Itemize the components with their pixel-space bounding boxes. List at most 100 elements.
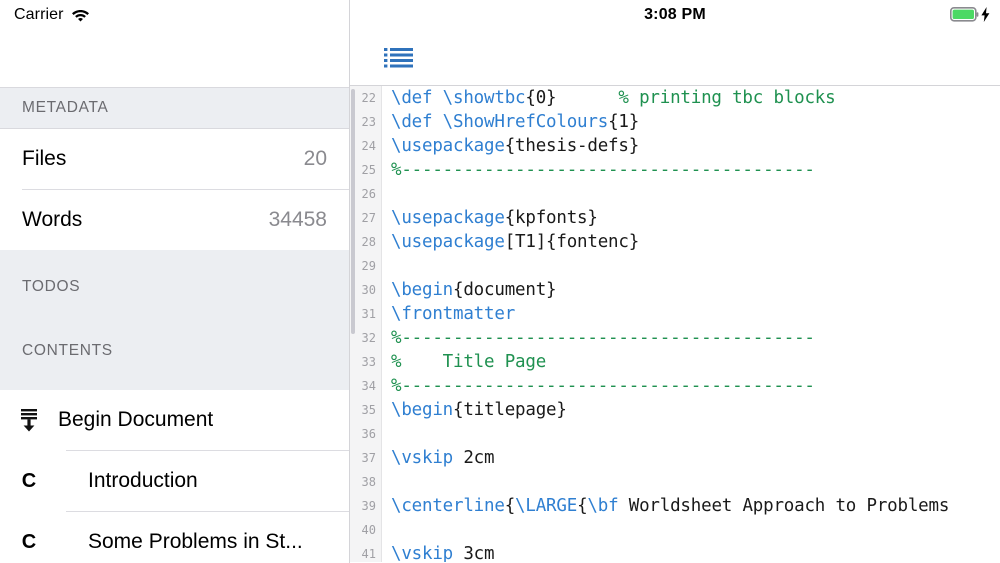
- code-line[interactable]: 27 \usepackage{kpfonts}: [350, 206, 1000, 230]
- contents-item-introduction[interactable]: C Introduction: [0, 451, 349, 511]
- code-line[interactable]: 28 \usepackage[T1]{fontenc}: [350, 230, 1000, 254]
- editor-pane: 3:08 PM 22 \def \showtbc{0} % printing t…: [350, 0, 1000, 563]
- code-line[interactable]: 25 %-------------------------------------…: [350, 158, 1000, 182]
- code-token: {: [504, 496, 516, 516]
- code-token: %---------------------------------------…: [391, 328, 815, 348]
- section-header-contents: CONTENTS: [0, 330, 349, 372]
- code-line-text[interactable]: \usepackage[T1]{fontenc}: [382, 230, 639, 254]
- code-line[interactable]: 34 %-------------------------------------…: [350, 374, 1000, 398]
- code-line-text[interactable]: \frontmatter: [382, 302, 515, 326]
- code-token: \usepackage: [391, 208, 505, 228]
- code-token: \vskip: [391, 544, 454, 562]
- code-line-text[interactable]: \def \ShowHrefColours{1}: [382, 110, 639, 134]
- code-line[interactable]: 41 \vskip 3cm: [350, 542, 1000, 562]
- lightning-bolt-icon: [981, 7, 990, 27]
- code-line-text[interactable]: [382, 254, 391, 278]
- code-line-text[interactable]: [382, 422, 391, 446]
- code-editor[interactable]: 22 \def \showtbc{0} % printing tbc blocks…: [350, 86, 1000, 562]
- contents-item-some-problems[interactable]: C Some Problems in St...: [0, 512, 349, 563]
- code-line[interactable]: 24 \usepackage{thesis-defs}: [350, 134, 1000, 158]
- contents-list: Begin Document C Introduction C Some Pro…: [0, 390, 349, 563]
- battery-icon: [950, 7, 979, 27]
- metadata-label: Words: [22, 208, 83, 231]
- code-line-text[interactable]: %---------------------------------------…: [382, 158, 815, 182]
- contents-item-label: Introduction: [88, 469, 198, 492]
- sidebar-top-spacer: [0, 30, 349, 87]
- code-token: {1}: [608, 112, 640, 132]
- code-token: \usepackage: [391, 232, 505, 252]
- code-line[interactable]: 39 \centerline{\LARGE{\bf Worldsheet Appr…: [350, 494, 1000, 518]
- code-token: %---------------------------------------…: [391, 376, 815, 396]
- contents-item-label: Begin Document: [58, 408, 214, 431]
- code-token: {document}: [453, 280, 557, 300]
- code-line-text[interactable]: \begin{document}: [382, 278, 557, 302]
- code-token: {kpfonts}: [504, 208, 598, 228]
- chapter-icon: C: [0, 531, 58, 554]
- code-line[interactable]: 22 \def \showtbc{0} % printing tbc blocks: [350, 86, 1000, 110]
- code-token: % printing tbc blocks: [556, 88, 836, 108]
- code-line-text[interactable]: \vskip 2cm: [382, 446, 495, 470]
- code-line[interactable]: 26: [350, 182, 1000, 206]
- code-line[interactable]: 29: [350, 254, 1000, 278]
- code-token: \vskip: [391, 448, 454, 468]
- code-token: {: [577, 496, 588, 516]
- code-line-text[interactable]: %---------------------------------------…: [382, 326, 815, 350]
- code-token: 3cm: [453, 544, 495, 562]
- code-line-text[interactable]: \usepackage{kpfonts}: [382, 206, 598, 230]
- metadata-row-files[interactable]: Files 20: [0, 129, 349, 189]
- status-clock: 3:08 PM: [644, 6, 706, 23]
- code-token: [T1]{fontenc}: [504, 232, 640, 252]
- code-line[interactable]: 40: [350, 518, 1000, 542]
- code-line-text[interactable]: \vskip 3cm: [382, 542, 495, 562]
- metadata-row-words[interactable]: Words 34458: [0, 190, 349, 250]
- metadata-label: Files: [22, 147, 67, 170]
- code-line-text[interactable]: [382, 470, 391, 494]
- code-token: % Title Page: [391, 352, 547, 372]
- code-token: \LARGE: [515, 496, 578, 516]
- code-line[interactable]: 31 \frontmatter: [350, 302, 1000, 326]
- code-line-text[interactable]: \def \showtbc{0} % printing tbc blocks: [382, 86, 836, 110]
- vertical-scrollbar[interactable]: [350, 86, 358, 562]
- editor-toolbar: [350, 30, 1000, 86]
- metadata-value: 34458: [268, 208, 327, 231]
- list-lines-icon[interactable]: [382, 45, 416, 71]
- scrollbar-thumb[interactable]: [351, 89, 355, 334]
- contents-item-label: Some Problems in St...: [88, 530, 303, 553]
- code-line-text[interactable]: \centerline{\LARGE{\bf Worldsheet Approa…: [382, 494, 949, 518]
- code-token: \begin: [391, 400, 454, 420]
- code-token: \def \ShowHrefColours: [391, 112, 609, 132]
- code-line-text[interactable]: \begin{titlepage}: [382, 398, 567, 422]
- begin-document-icon: [0, 407, 58, 433]
- code-line[interactable]: 30 \begin{document}: [350, 278, 1000, 302]
- carrier-label: Carrier: [14, 6, 64, 23]
- status-bar-left: Carrier: [0, 0, 349, 30]
- code-line-text[interactable]: \usepackage{thesis-defs}: [382, 134, 639, 158]
- code-line[interactable]: 23 \def \ShowHrefColours{1}: [350, 110, 1000, 134]
- code-line[interactable]: 33% Title Page: [350, 350, 1000, 374]
- code-line-text[interactable]: % Title Page: [382, 350, 546, 374]
- wifi-icon: [71, 8, 90, 22]
- code-lines[interactable]: 22 \def \showtbc{0} % printing tbc blocks…: [350, 86, 1000, 562]
- sidebar: Carrier METADATA Files 20 Words 34458 TO: [0, 0, 350, 563]
- code-token: Worldsheet Approach to Problems: [618, 496, 950, 516]
- contents-item-begin-document[interactable]: Begin Document: [0, 390, 349, 450]
- code-line[interactable]: 38: [350, 470, 1000, 494]
- code-token: \centerline: [391, 496, 505, 516]
- code-line-text[interactable]: [382, 518, 391, 542]
- code-line[interactable]: 32 %-------------------------------------…: [350, 326, 1000, 350]
- app-root: Carrier METADATA Files 20 Words 34458 TO: [0, 0, 1000, 563]
- code-token: 2cm: [453, 448, 495, 468]
- chapter-icon: C: [0, 470, 58, 493]
- code-token: \usepackage: [391, 136, 505, 156]
- battery-status: [950, 7, 990, 27]
- code-token: \def \showtbc: [391, 88, 526, 108]
- chapter-icon-letter: C: [21, 530, 37, 553]
- code-line[interactable]: 37 \vskip 2cm: [350, 446, 1000, 470]
- code-line-text[interactable]: [382, 182, 391, 206]
- section-header-metadata: METADATA: [0, 87, 349, 129]
- code-line-text[interactable]: %---------------------------------------…: [382, 374, 815, 398]
- section-todos: TODOS CONTENTS: [0, 250, 349, 390]
- code-line[interactable]: 35 \begin{titlepage}: [350, 398, 1000, 422]
- chapter-icon-letter: C: [21, 469, 37, 492]
- code-line[interactable]: 36: [350, 422, 1000, 446]
